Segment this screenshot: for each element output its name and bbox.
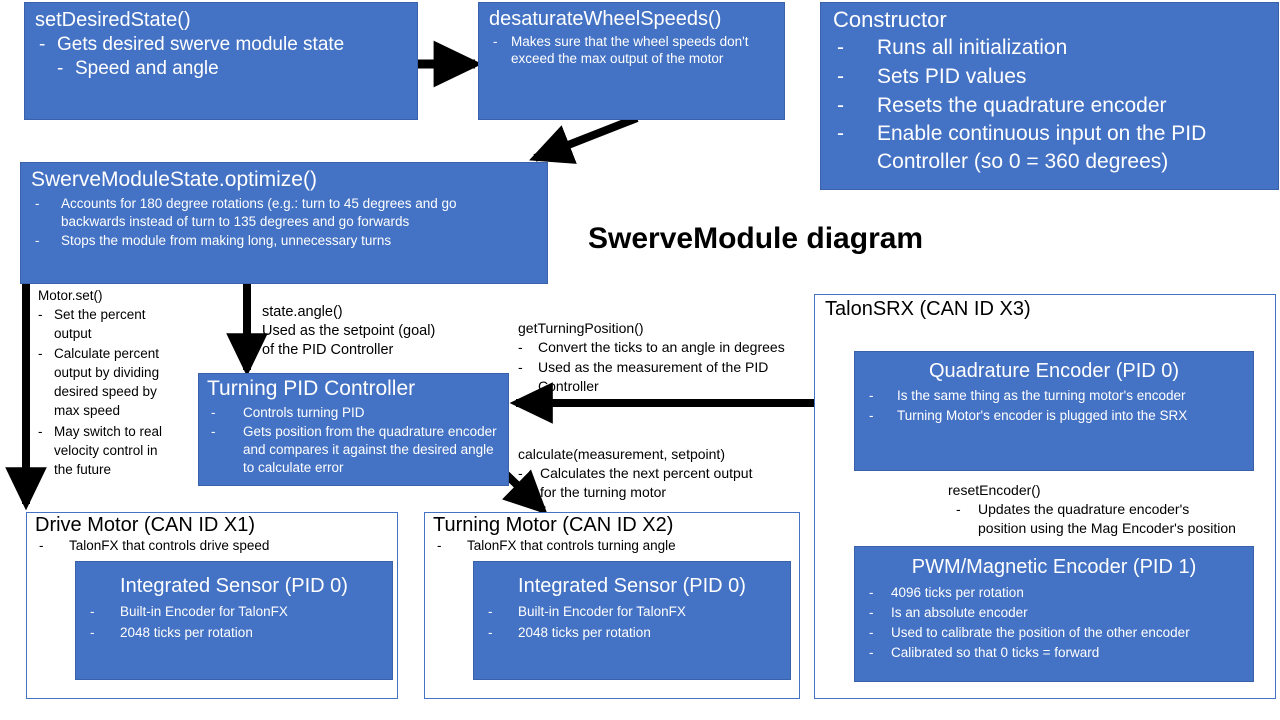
annotation-motor-set-header: Motor.set() [38,288,103,303]
box-constructor: Constructor Runs all initialization Sets… [820,2,1279,190]
list-item: Calculates the next percent output for t… [518,464,768,502]
list-item: Is the same thing as the turning motor's… [865,387,1243,406]
box-drive-motor-title: Drive Motor (CAN ID X1) [35,514,256,536]
box-swerve-module-state-optimize-bullets: Accounts for 180 degree rotations (e.g.:… [31,195,537,249]
box-set-desired-state: setDesiredState() Gets desired swerve mo… [24,2,418,120]
box-pwm-magnetic-encoder: PWM/Magnetic Encoder (PID 1) 4096 ticks … [854,546,1254,682]
box-turning-motor-integrated-sensor-title: Integrated Sensor (PID 0) [518,575,746,597]
box-drive-motor: Drive Motor (CAN ID X1) TalonFX that con… [26,512,398,699]
annotation-state-angle: state.angle() Used as the setpoint (goal… [262,303,462,360]
list-item: Calculate percent output by dividing des… [38,344,168,421]
list-item: 4096 ticks per rotation [865,583,1243,602]
box-quadrature-encoder: Quadrature Encoder (PID 0) Is the same t… [854,351,1254,471]
box-constructor-bullets: Runs all initialization Sets PID values … [833,34,1268,176]
box-quadrature-encoder-title: Quadrature Encoder (PID 0) [928,360,1180,382]
list-item: TalonFX that controls turning angle [433,538,799,553]
list-item: Set the percent output [38,305,168,343]
box-set-desired-state-sub-bullets: Speed and angle [35,58,407,80]
box-turning-motor-title: Turning Motor (CAN ID X2) [433,514,674,536]
list-item: Updates the quadrature encoder's positio… [948,500,1238,538]
annotation-reset-encoder-bullets: Updates the quadrature encoder's positio… [948,500,1238,538]
list-item: May switch to real velocity control in t… [38,422,168,479]
box-turning-motor: Turning Motor (CAN ID X2) TalonFX that c… [424,512,800,699]
list-item: Convert the ticks to an angle in degrees [518,338,808,357]
annotation-calculate: calculate(measurement, setpoint) Calcula… [518,445,768,503]
box-swerve-module-state-optimize: SwerveModuleState.optimize() Accounts fo… [20,162,548,284]
list-item: Gets position from the quadrature encode… [207,423,498,477]
list-item: Makes sure that the wheel speeds don't e… [489,34,774,68]
arrow-desaturate-to-optimize [529,114,639,164]
annotation-motor-set: Motor.set() Set the percent output Calcu… [38,288,168,480]
list-item: Built-in Encoder for TalonFX [86,602,382,622]
list-item: Speed and angle [35,58,407,80]
box-swerve-module-state-optimize-title: SwerveModuleState.optimize() [31,168,317,191]
list-item: Controls turning PID [207,404,498,422]
annotation-state-angle-line-1: Used as the setpoint (goal) [262,322,436,339]
box-set-desired-state-title: setDesiredState() [35,9,191,31]
box-desaturate-wheel-speeds: desaturateWheelSpeeds() Makes sure that … [478,2,785,120]
box-turning-motor-integrated-sensor-bullets: Built-in Encoder for TalonFX 2048 ticks … [484,602,780,642]
annotation-motor-set-bullets: Set the percent output Calculate percent… [38,305,168,479]
list-item: 2048 ticks per rotation [484,623,780,643]
list-item: Is an absolute encoder [865,603,1243,622]
list-item: Built-in Encoder for TalonFX [484,602,780,622]
list-item: Accounts for 180 degree rotations (e.g.:… [31,195,509,231]
box-turning-motor-integrated-sensor: Integrated Sensor (PID 0) Built-in Encod… [473,561,791,680]
list-item: Resets the quadrature encoder [833,92,1268,120]
box-desaturate-wheel-speeds-bullets: Makes sure that the wheel speeds don't e… [489,34,774,68]
page-title: SwerveModule diagram [588,222,924,255]
box-set-desired-state-bullets: Gets desired swerve module state [35,34,407,56]
box-pwm-magnetic-encoder-bullets: 4096 ticks per rotation Is an absolute e… [865,583,1243,663]
annotation-reset-encoder: resetEncoder() Updates the quadrature en… [948,481,1238,539]
box-turning-pid-controller-bullets: Controls turning PID Gets position from … [207,404,498,477]
box-drive-motor-integrated-sensor-title: Integrated Sensor (PID 0) [120,575,348,597]
box-quadrature-encoder-bullets: Is the same thing as the turning motor's… [865,387,1243,425]
annotation-calculate-header: calculate(measurement, setpoint) [518,446,725,462]
box-pwm-magnetic-encoder-title: PWM/Magnetic Encoder (PID 1) [911,556,1197,578]
annotation-calculate-bullets: Calculates the next percent output for t… [518,464,768,502]
list-item: Calibrated so that 0 ticks = forward [865,643,1243,662]
box-turning-motor-bullets: TalonFX that controls turning angle [433,538,799,553]
list-item: 2048 ticks per rotation [86,623,382,643]
list-item: Gets desired swerve module state [35,34,407,56]
box-desaturate-wheel-speeds-title: desaturateWheelSpeeds() [489,8,722,30]
list-item: Used to calibrate the position of the ot… [865,623,1243,642]
annotation-state-angle-header: state.angle() [262,304,343,320]
annotation-state-angle-line-2: of the PID Controller [262,341,394,358]
list-item: Stops the module from making long, unnec… [31,232,509,250]
box-talon-srx-title: TalonSRX (CAN ID X3) [825,298,1031,320]
box-drive-motor-integrated-sensor-bullets: Built-in Encoder for TalonFX 2048 ticks … [86,602,382,642]
box-drive-motor-integrated-sensor: Integrated Sensor (PID 0) Built-in Encod… [75,561,393,680]
list-item: Used as the measurement of the PID Contr… [518,358,808,396]
list-item: Sets PID values [833,63,1268,91]
list-item: Enable continuous input on the PID Contr… [833,120,1268,175]
box-constructor-title: Constructor [833,7,947,32]
box-turning-pid-controller-title: Turning PID Controller [207,377,416,400]
annotation-get-turning-position: getTurningPosition() Convert the ticks t… [518,319,808,397]
slide-canvas: SwerveModule diagram setDesiredState() G… [0,0,1280,720]
list-item: Turning Motor's encoder is plugged into … [865,407,1243,426]
box-turning-pid-controller: Turning PID Controller Controls turning … [198,373,509,486]
list-item: Runs all initialization [833,34,1268,62]
box-drive-motor-bullets: TalonFX that controls drive speed [35,538,397,553]
list-item: TalonFX that controls drive speed [35,538,397,553]
annotation-get-turning-position-header: getTurningPosition() [518,320,644,336]
annotation-get-turning-position-bullets: Convert the ticks to an angle in degrees… [518,338,808,396]
annotation-reset-encoder-header: resetEncoder() [948,482,1041,498]
